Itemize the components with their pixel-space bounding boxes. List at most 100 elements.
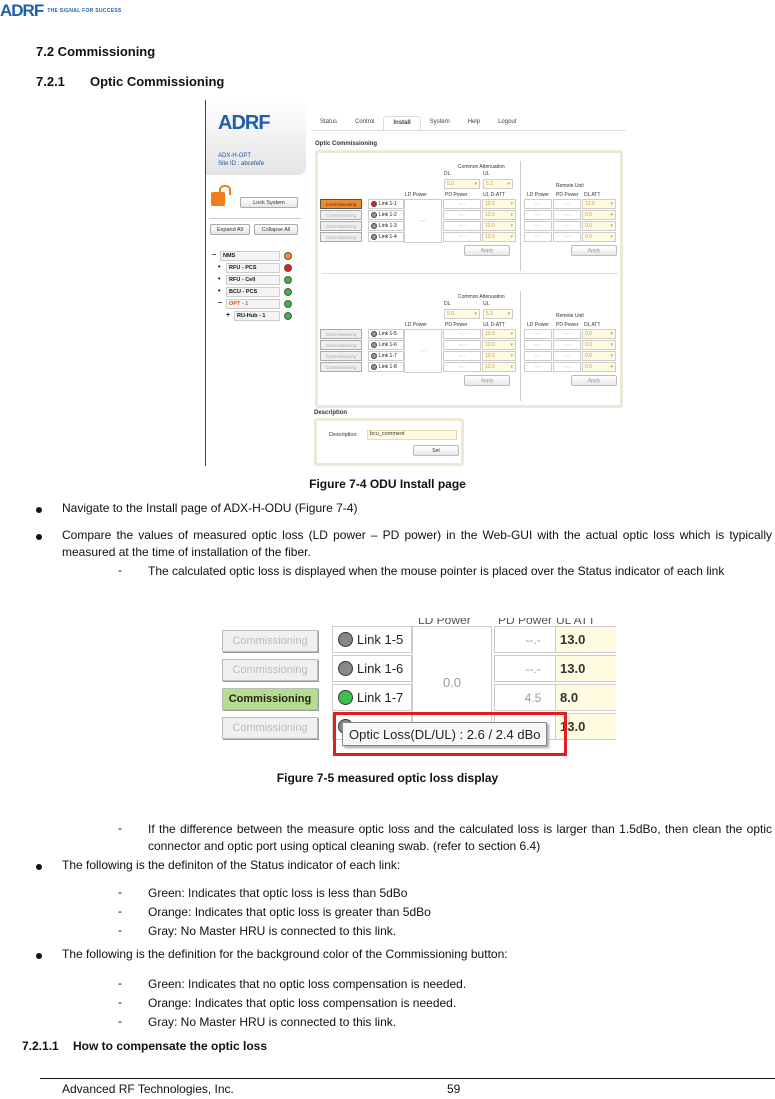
dl-att-select[interactable]: 0.0 ▾	[582, 340, 616, 350]
description-input[interactable]: bcu_comment	[367, 430, 457, 440]
commissioning-button[interactable]: Commissioning	[320, 351, 362, 361]
dl-att-value: 0.0	[585, 342, 592, 348]
status-led-icon[interactable]	[371, 342, 377, 348]
commissioning-button[interactable]: Commissioning	[222, 630, 318, 652]
link-status-cell[interactable]: Link 1-5	[368, 329, 404, 339]
apply-button[interactable]: Apply	[464, 245, 510, 256]
tab-install[interactable]: Install	[383, 116, 421, 130]
tree-expander-icon[interactable]: •	[218, 276, 220, 283]
link-status-cell[interactable]: Link 1-5	[332, 626, 412, 653]
pd-power-value: --.-	[443, 210, 481, 220]
ul-datt-select[interactable]: 13.0 ▾	[482, 221, 516, 231]
tree-item[interactable]: − NMS	[212, 250, 292, 261]
ul-datt-select[interactable]: 13.0 ▾	[482, 232, 516, 242]
remote-unit-label: Remote Unit	[556, 183, 584, 189]
ul-datt-select[interactable]: 13.0 ▾	[482, 362, 516, 372]
tree-item[interactable]: − OPT - 1	[212, 298, 292, 309]
ul-datt-select[interactable]: 13.0 ▾	[482, 351, 516, 361]
commissioning-button[interactable]: Commissioning	[320, 232, 362, 242]
apply-button[interactable]: Apply	[464, 375, 510, 386]
ru-ld-power-value: --.-	[524, 232, 552, 242]
commissioning-button[interactable]: Commissioning	[222, 688, 318, 710]
commissioning-button[interactable]: Commissioning	[320, 210, 362, 220]
link-status-cell[interactable]: Link 1-1	[368, 199, 404, 209]
column-divider	[520, 291, 521, 401]
optic-commissioning-title: Optic Commissioning	[315, 141, 378, 147]
common-dl-select[interactable]: 5.0 ▾	[444, 309, 480, 319]
list-item: Green: Indicates that no optic loss comp…	[148, 977, 467, 991]
dl-att-select[interactable]: 13.0 ▾	[582, 199, 616, 209]
status-led-icon[interactable]	[338, 661, 353, 676]
commissioning-button[interactable]: Commissioning	[222, 717, 318, 739]
remote-apply-button[interactable]: Apply	[571, 375, 617, 386]
tab-control[interactable]: Control	[346, 116, 383, 130]
status-led-icon[interactable]	[371, 331, 377, 337]
tree-expander-icon[interactable]: −	[212, 252, 216, 259]
ul-datt-select[interactable]: 13.0 ▾	[482, 210, 516, 220]
status-led-icon[interactable]	[371, 353, 377, 359]
link-status-cell[interactable]: Link 1-3	[368, 221, 404, 231]
common-ul-select[interactable]: 5.3 ▾	[483, 309, 513, 319]
status-led-icon[interactable]	[338, 690, 353, 705]
tab-help[interactable]: Help	[459, 116, 489, 130]
link-status-cell[interactable]: Link 1-6	[332, 655, 412, 682]
tree-expander-icon[interactable]: +	[226, 312, 230, 319]
set-button[interactable]: Set	[413, 445, 459, 456]
chevron-down-icon: ▾	[474, 311, 477, 317]
commissioning-button[interactable]: Commissioning	[320, 199, 362, 209]
link-status-cell[interactable]: Link 1-8	[368, 362, 404, 372]
dl-label: DL	[444, 301, 451, 307]
remote-apply-button[interactable]: Apply	[571, 245, 617, 256]
commissioning-button[interactable]: Commissioning	[320, 362, 362, 372]
status-led-icon[interactable]	[371, 223, 377, 229]
lock-system-button[interactable]: Lock System	[240, 197, 298, 208]
dl-att-select[interactable]: 0.0 ▾	[582, 329, 616, 339]
link-status-cell[interactable]: Link 1-7	[368, 351, 404, 361]
expand-all-button[interactable]: Expand All	[210, 224, 250, 235]
tree-expander-icon[interactable]: −	[218, 300, 222, 307]
dl-att-select[interactable]: 0.0 ▾	[582, 221, 616, 231]
tree-expander-icon[interactable]: •	[218, 264, 220, 271]
ul-att-select[interactable]: 13.0	[555, 626, 616, 653]
tab-logout[interactable]: Logout	[489, 116, 525, 130]
commissioning-button[interactable]: Commissioning	[222, 659, 318, 681]
ru-ld-power-value: --.-	[524, 221, 552, 231]
collapse-all-button[interactable]: Collapse All	[254, 224, 298, 235]
dl-att-select[interactable]: 0.0 ▾	[582, 351, 616, 361]
status-led-icon[interactable]	[371, 201, 377, 207]
status-led-icon[interactable]	[338, 632, 353, 647]
tree-expander-icon[interactable]: •	[218, 288, 220, 295]
ul-att-select[interactable]: 8.0	[555, 684, 616, 711]
tree-item[interactable]: • BCU - PCS	[212, 286, 292, 297]
status-led-icon[interactable]	[371, 364, 377, 370]
link-status-cell[interactable]: Link 1-7	[332, 684, 412, 711]
link-status-cell[interactable]: Link 1-6	[368, 340, 404, 350]
dl-att-select[interactable]: 0.0 ▾	[582, 232, 616, 242]
ul-datt-value: 13.0	[485, 212, 495, 218]
chevron-down-icon: ▾	[510, 223, 513, 229]
tab-status[interactable]: Status	[311, 116, 346, 130]
link-status-cell[interactable]: Link 1-2	[368, 210, 404, 220]
ul-datt-select[interactable]: 13.0 ▾	[482, 340, 516, 350]
dl-att-select[interactable]: 0.0 ▾	[582, 210, 616, 220]
status-led-icon[interactable]	[371, 234, 377, 240]
ru-pd-power-value: --.-	[553, 210, 581, 220]
chevron-down-icon: ▾	[610, 353, 613, 359]
dl-att-select[interactable]: 0.0 ▾	[582, 362, 616, 372]
tab-bar: Status Control Install System Help Logout	[311, 116, 626, 130]
tree-item[interactable]: • RFU - Cell	[212, 274, 292, 285]
common-ul-select[interactable]: 5.3 ▾	[483, 179, 513, 189]
commissioning-button[interactable]: Commissioning	[320, 340, 362, 350]
tree-item[interactable]: + RU-Hub - 1	[212, 310, 292, 321]
ul-att-select[interactable]: 13.0	[555, 655, 616, 682]
common-dl-select[interactable]: 5.0 ▾	[444, 179, 480, 189]
ul-datt-select[interactable]: 13.0 ▾	[482, 199, 516, 209]
tree-item[interactable]: • RFU - PCS	[212, 262, 292, 273]
ul-datt-select[interactable]: 13.0 ▾	[482, 329, 516, 339]
commissioning-button[interactable]: Commissioning	[320, 329, 362, 339]
tree-item-label: NMS	[220, 250, 280, 261]
status-led-icon[interactable]	[371, 212, 377, 218]
commissioning-button[interactable]: Commissioning	[320, 221, 362, 231]
link-status-cell[interactable]: Link 1-4	[368, 232, 404, 242]
tab-system[interactable]: System	[421, 116, 459, 130]
